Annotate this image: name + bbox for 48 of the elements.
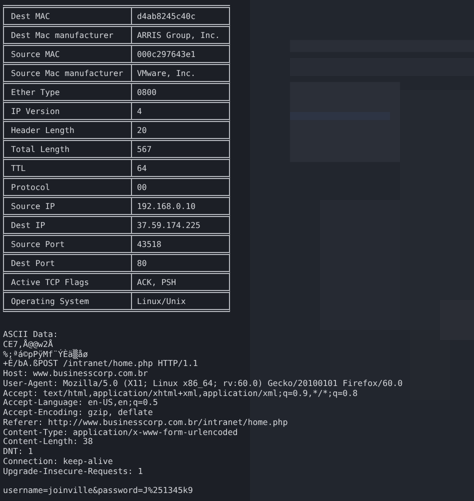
field-name: TTL <box>10 162 27 175</box>
field-value: 4 <box>131 103 231 119</box>
ascii-line: Accept: text/html,application/xhtml+xml,application/xml;q=0.9,*/*;q=0.8 <box>3 388 359 398</box>
ascii-line: %;ªá©pPÿMf¨ÝÈä▒åø <box>3 350 89 359</box>
ascii-line: User-Agent: Mozilla/5.0 (X11; Linux x86_64; rv:60.0) Gecko/20100101 Firefox/60.0 <box>3 378 404 388</box>
field-name: Dest IP <box>10 219 46 232</box>
field-name: Ether Type <box>10 86 61 99</box>
ascii-line: Host: www.businesscorp.com.br <box>3 369 149 379</box>
field-name: Dest Port <box>10 257 56 270</box>
field-name: Dest MAC <box>10 10 51 23</box>
field-value: 0800 <box>131 84 231 100</box>
field-value: 43518 <box>131 236 231 252</box>
field-value: Linux/Unix <box>131 293 231 309</box>
field-name: IP Version <box>10 105 61 118</box>
section-label: ASCII Data: <box>3 330 59 339</box>
ascii-line: +É/bA.ßPOST /intranet/home.php HTTP/1.1 <box>3 359 199 369</box>
field-value: ARRIS Group, Inc. <box>131 27 231 43</box>
field-name: Operating System <box>10 295 90 308</box>
field-value: 192.168.0.10 <box>131 198 231 214</box>
field-value: 000c297643e1 <box>131 46 231 62</box>
field-name: Header Length <box>10 124 76 137</box>
post-body: username=joinville&password=J%251345k9 <box>3 486 194 496</box>
field-value: 00 <box>131 179 231 195</box>
field-name: Active TCP Flags <box>10 276 90 289</box>
field-name: Source Port <box>10 238 66 251</box>
ascii-line: Referer: http://www.businesscorp.com.br/intranet/home.php <box>3 418 289 428</box>
ascii-line: Connection: keep-alive <box>3 456 114 466</box>
ascii-line: Accept-Language: en-US,en;q=0.5 <box>3 398 158 408</box>
field-name: Dest Mac manufacturer <box>10 29 114 42</box>
field-value: 567 <box>131 141 231 157</box>
ascii-line: Content-Type: application/x-www-form-urlencoded <box>3 428 238 437</box>
field-name: Total Length <box>10 143 70 156</box>
field-name: Source Mac manufacturer <box>10 67 124 80</box>
field-name: Protocol <box>10 181 51 194</box>
field-value: 37.59.174.225 <box>131 217 231 233</box>
field-value: ACK, PSH <box>131 274 231 290</box>
ascii-line: CE7,Å@@w2Å <box>3 340 54 349</box>
field-value: 80 <box>131 255 231 271</box>
field-value: 20 <box>131 122 231 138</box>
ascii-line: Content-Length: 38 <box>3 437 93 447</box>
field-value: VMware, Inc. <box>131 65 231 81</box>
field-name: Source IP <box>10 200 56 213</box>
field-value: d4ab8245c40c <box>131 8 231 24</box>
ascii-line: Upgrade-Insecure-Requests: 1 <box>3 466 144 476</box>
field-name: Source MAC <box>10 48 61 61</box>
ascii-line: DNT: 1 <box>3 447 34 457</box>
field-value: 64 <box>131 160 231 176</box>
ascii-line: Accept-Encoding: gzip, deflate <box>3 408 154 418</box>
